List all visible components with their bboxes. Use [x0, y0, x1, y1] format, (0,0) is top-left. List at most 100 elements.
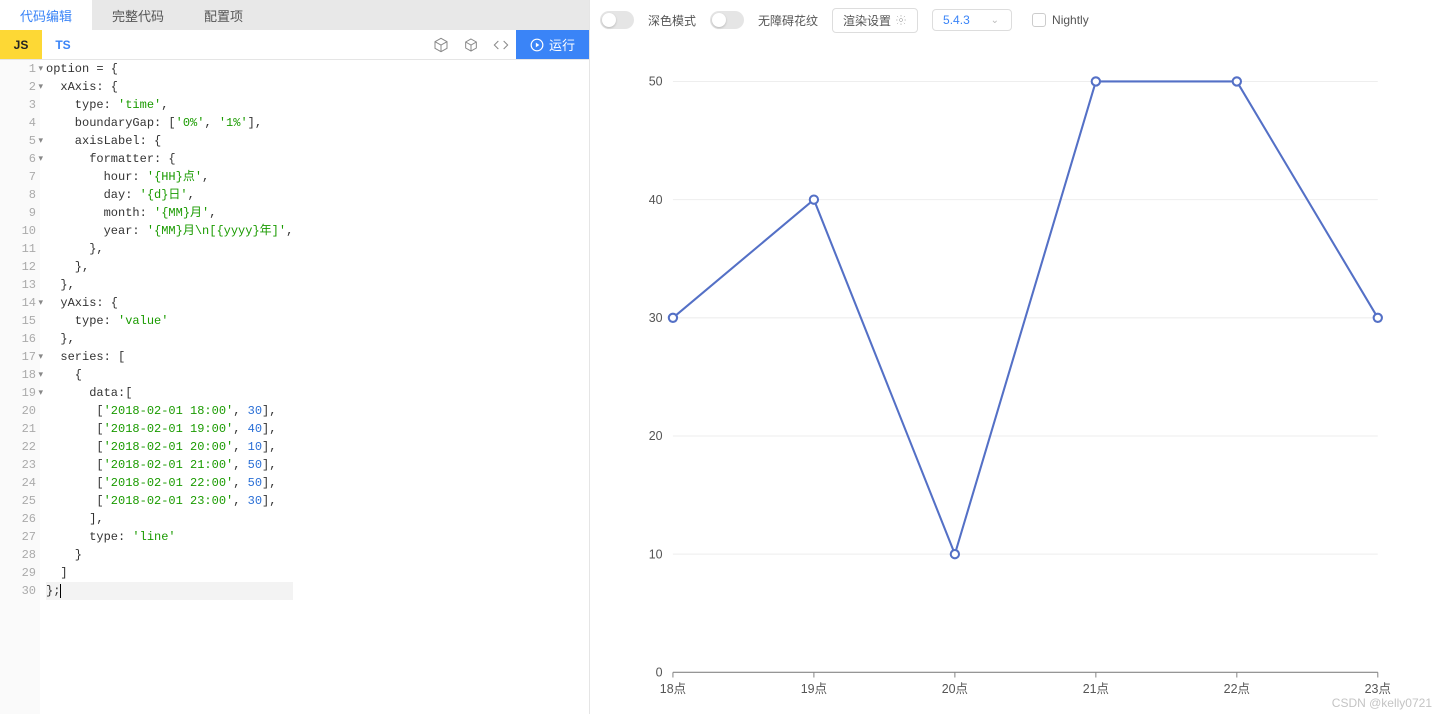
- code-line[interactable]: ['2018-02-01 22:00', 50],: [46, 474, 293, 492]
- a11y-switch[interactable]: [710, 11, 744, 29]
- gutter-line: 21: [0, 420, 40, 438]
- code-icon[interactable]: [486, 30, 516, 59]
- editor-toolbar: JS TS 运行: [0, 30, 589, 60]
- gutter-line: 18▾: [0, 366, 40, 384]
- code-line[interactable]: boundaryGap: ['0%', '1%'],: [46, 114, 293, 132]
- x-tick-label: 19点: [801, 682, 827, 696]
- render-settings-button[interactable]: 渲染设置: [832, 8, 918, 33]
- gutter-line: 26: [0, 510, 40, 528]
- data-point[interactable]: [1374, 314, 1382, 322]
- dark-mode-switch[interactable]: [600, 11, 634, 29]
- y-tick-label: 10: [649, 547, 663, 561]
- code-line[interactable]: hour: '{HH}点',: [46, 168, 293, 186]
- dark-mode-label: 深色模式: [648, 12, 696, 29]
- code-editor[interactable]: 1▾2▾345▾6▾7891011121314▾151617▾18▾19▾202…: [0, 60, 589, 714]
- code-line[interactable]: ['2018-02-01 23:00', 30],: [46, 492, 293, 510]
- code-line[interactable]: },: [46, 330, 293, 348]
- gutter-line: 6▾: [0, 150, 40, 168]
- gutter-line: 15: [0, 312, 40, 330]
- fold-icon[interactable]: ▾: [38, 150, 43, 168]
- fold-icon[interactable]: ▾: [38, 132, 43, 150]
- tab-full-code[interactable]: 完整代码: [92, 0, 184, 30]
- code-line[interactable]: },: [46, 240, 293, 258]
- code-line[interactable]: ]: [46, 564, 293, 582]
- preview-toolbar: 深色模式 无障碍花纹 渲染设置 5.4.3 ⌄ Nightly: [590, 0, 1440, 40]
- gutter-line: 23: [0, 456, 40, 474]
- gutter-line: 7: [0, 168, 40, 186]
- box-icon[interactable]: [456, 30, 486, 59]
- fold-icon[interactable]: ▾: [38, 366, 43, 384]
- code-line[interactable]: type: 'value': [46, 312, 293, 330]
- gutter-line: 28: [0, 546, 40, 564]
- code-line[interactable]: ['2018-02-01 21:00', 50],: [46, 456, 293, 474]
- gutter-line: 12: [0, 258, 40, 276]
- code-line[interactable]: ['2018-02-01 18:00', 30],: [46, 402, 293, 420]
- x-tick-label: 20点: [942, 682, 968, 696]
- nightly-checkbox[interactable]: [1032, 13, 1046, 27]
- code-line[interactable]: ],: [46, 510, 293, 528]
- lang-tab-ts[interactable]: TS: [42, 30, 84, 59]
- code-line[interactable]: xAxis: {: [46, 78, 293, 96]
- nightly-label: Nightly: [1052, 13, 1089, 27]
- gutter-line: 11: [0, 240, 40, 258]
- fold-icon[interactable]: ▾: [38, 384, 43, 402]
- data-point[interactable]: [951, 550, 959, 558]
- code-line[interactable]: yAxis: {: [46, 294, 293, 312]
- code-line[interactable]: day: '{d}日',: [46, 186, 293, 204]
- code-line[interactable]: },: [46, 258, 293, 276]
- code-line[interactable]: option = {: [46, 60, 293, 78]
- y-tick-label: 0: [656, 665, 663, 679]
- gutter-line: 13: [0, 276, 40, 294]
- render-label: 渲染设置: [843, 12, 891, 29]
- fold-icon[interactable]: ▾: [38, 294, 43, 312]
- gutter-line: 20: [0, 402, 40, 420]
- code-line[interactable]: data:[: [46, 384, 293, 402]
- code-line[interactable]: month: '{MM}月',: [46, 204, 293, 222]
- gutter-line: 25: [0, 492, 40, 510]
- gutter-line: 19▾: [0, 384, 40, 402]
- code-line[interactable]: axisLabel: {: [46, 132, 293, 150]
- gutter-line: 8: [0, 186, 40, 204]
- gutter-line: 17▾: [0, 348, 40, 366]
- code-line[interactable]: type: 'time',: [46, 96, 293, 114]
- fold-icon[interactable]: ▾: [38, 60, 43, 78]
- fold-icon[interactable]: ▾: [38, 348, 43, 366]
- code-line[interactable]: ['2018-02-01 19:00', 40],: [46, 420, 293, 438]
- gutter-line: 16: [0, 330, 40, 348]
- version-select[interactable]: 5.4.3 ⌄: [932, 9, 1012, 31]
- gutter-line: 2▾: [0, 78, 40, 96]
- gutter-line: 1▾: [0, 60, 40, 78]
- code-line[interactable]: year: '{MM}月\n[{yyyy}年]',: [46, 222, 293, 240]
- x-tick-label: 18点: [660, 682, 686, 696]
- cube-icon[interactable]: [426, 30, 456, 59]
- top-tabs: 代码编辑 完整代码 配置项: [0, 0, 589, 30]
- data-point[interactable]: [669, 314, 677, 322]
- code-line[interactable]: series: [: [46, 348, 293, 366]
- code-line[interactable]: {: [46, 366, 293, 384]
- code-line[interactable]: }: [46, 546, 293, 564]
- code-line[interactable]: type: 'line': [46, 528, 293, 546]
- preview-pane: 深色模式 无障碍花纹 渲染设置 5.4.3 ⌄ Nightly 01020304…: [590, 0, 1440, 714]
- data-point[interactable]: [810, 195, 818, 203]
- code-line[interactable]: formatter: {: [46, 150, 293, 168]
- run-button[interactable]: 运行: [516, 30, 589, 59]
- tab-config[interactable]: 配置项: [184, 0, 263, 30]
- code-line[interactable]: },: [46, 276, 293, 294]
- data-point[interactable]: [1092, 77, 1100, 85]
- chevron-down-icon: ⌄: [991, 15, 999, 26]
- code-line[interactable]: ['2018-02-01 20:00', 10],: [46, 438, 293, 456]
- x-tick-label: 22点: [1224, 682, 1250, 696]
- data-point[interactable]: [1233, 77, 1241, 85]
- tab-code-edit[interactable]: 代码编辑: [0, 0, 92, 30]
- gutter-line: 4: [0, 114, 40, 132]
- gutter-line: 30: [0, 582, 40, 600]
- y-tick-label: 50: [649, 75, 663, 89]
- gutter-line: 24: [0, 474, 40, 492]
- gutter-line: 27: [0, 528, 40, 546]
- editor-pane: 代码编辑 完整代码 配置项 JS TS 运行 1▾2▾345▾6▾7891011…: [0, 0, 590, 714]
- lang-tab-js[interactable]: JS: [0, 30, 42, 59]
- run-label: 运行: [549, 35, 575, 54]
- fold-icon[interactable]: ▾: [38, 78, 43, 96]
- y-tick-label: 30: [649, 311, 663, 325]
- code-line[interactable]: };: [46, 582, 293, 600]
